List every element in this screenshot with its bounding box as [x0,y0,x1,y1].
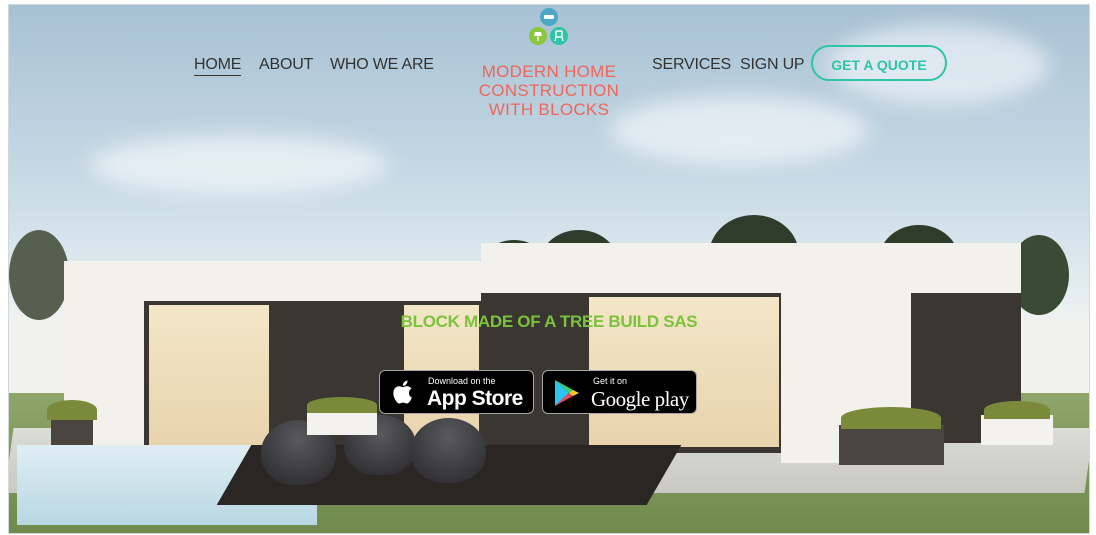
app-store-small-text: Download on the [428,376,496,386]
nav-services[interactable]: SERVICES [652,56,731,74]
nav-sign-up[interactable]: SIGN UP [740,56,805,74]
plant [984,401,1050,419]
google-play-small-text: Get it on [593,376,628,386]
apple-icon [392,377,416,412]
planter [981,415,1053,445]
logo-lamp-icon [529,27,547,45]
app-store-badge[interactable]: Download on the App Store [379,370,534,414]
hero-tagline: BLOCK MADE OF A TREE BUILD SAS [400,312,698,331]
nav-about[interactable]: ABOUT [259,56,313,74]
planter [839,425,944,465]
logo-text: MODERN HOME CONSTRUCTION WITH BLOCKS [459,62,639,119]
app-store-big-text: App Store [427,387,523,410]
nav-home[interactable]: HOME [194,56,241,76]
plant [307,397,377,413]
nav-who-we-are[interactable]: WHO WE ARE [330,56,434,74]
logo-icons [529,8,569,52]
site-logo[interactable]: MODERN HOME CONSTRUCTION WITH BLOCKS [459,8,639,119]
top-nav: HOME ABOUT WHO WE ARE MODERN HOME CONSTR… [9,5,1089,135]
google-play-badge[interactable]: Get it on Google play [542,370,697,414]
google-play-big-text: Google play [591,387,689,411]
google-play-icon [553,378,581,413]
get-a-quote-button[interactable]: GET A QUOTE [811,45,947,81]
planter [307,410,377,435]
logo-sofa-icon [540,8,558,26]
plant [47,400,97,420]
lounge-chair [411,418,486,483]
plant [841,407,941,429]
cloud [89,135,389,195]
logo-line-2: CONSTRUCTION [478,81,620,100]
logo-chair-icon [550,27,568,45]
page-frame: HOME ABOUT WHO WE ARE MODERN HOME CONSTR… [8,4,1090,534]
logo-line-3: WITH BLOCKS [488,100,610,119]
logo-line-1: MODERN HOME [481,62,617,81]
